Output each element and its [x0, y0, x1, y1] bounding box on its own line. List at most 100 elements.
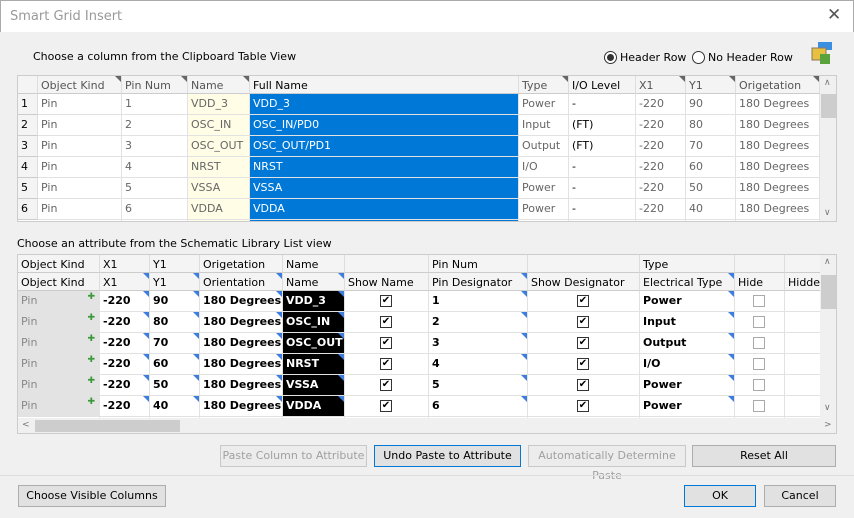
- table-cell[interactable]: (FT): [569, 136, 636, 157]
- table-cell[interactable]: 5: [429, 375, 528, 396]
- auto-determine-button[interactable]: Automatically Determine Paste: [528, 445, 686, 482]
- table-cell[interactable]: -220: [100, 396, 150, 417]
- table-cell[interactable]: ✔: [528, 396, 640, 417]
- hide-checkbox[interactable]: [753, 316, 765, 328]
- table-cell[interactable]: Power: [640, 375, 735, 396]
- attribute-header[interactable]: Object Kind: [18, 273, 100, 291]
- table-cell[interactable]: -: [569, 94, 636, 115]
- horizontal-scrollbar[interactable]: < >: [18, 418, 836, 433]
- add-icon[interactable]: ✚: [87, 292, 95, 302]
- table-cell[interactable]: 180 Degrees: [736, 94, 820, 115]
- table-cell[interactable]: 3: [429, 333, 528, 354]
- table-cell[interactable]: [636, 220, 686, 221]
- row-number[interactable]: 1: [18, 94, 38, 115]
- table-cell[interactable]: 50: [686, 178, 736, 199]
- attribute-header[interactable]: Orientation: [200, 273, 283, 291]
- table-cell[interactable]: ✔: [528, 354, 640, 375]
- table-cell[interactable]: -220: [100, 312, 150, 333]
- table-cell[interactable]: 70: [686, 136, 736, 157]
- show-name-checkbox[interactable]: ✔: [380, 379, 392, 391]
- table-cell[interactable]: VDD_3: [283, 291, 345, 312]
- table-cell[interactable]: ✔: [528, 333, 640, 354]
- vertical-scrollbar[interactable]: ∧ ∨: [820, 76, 836, 221]
- header-row-radio[interactable]: [604, 51, 617, 64]
- hide-checkbox[interactable]: [753, 400, 765, 412]
- table-cell[interactable]: [735, 354, 785, 375]
- table-cell[interactable]: 2: [429, 312, 528, 333]
- attribute-header[interactable]: Hide: [735, 273, 785, 291]
- table-cell[interactable]: 90: [150, 291, 200, 312]
- add-icon[interactable]: ✚: [87, 397, 95, 407]
- table-cell[interactable]: 180 Degrees: [736, 115, 820, 136]
- column-header[interactable]: Name: [188, 76, 250, 94]
- row-number[interactable]: 5: [18, 178, 38, 199]
- table-cell[interactable]: Power: [640, 396, 735, 417]
- table-cell[interactable]: OSC_OUT/PD1: [250, 136, 519, 157]
- column-header[interactable]: Type: [519, 76, 569, 94]
- scroll-right-icon[interactable]: >: [824, 420, 834, 430]
- attribute-header[interactable]: Name: [283, 273, 345, 291]
- table-cell[interactable]: 180 Degrees: [736, 199, 820, 220]
- table-cell[interactable]: -220: [100, 291, 150, 312]
- table-cell[interactable]: Power: [519, 199, 569, 220]
- column-header[interactable]: Full Name: [250, 76, 519, 94]
- table-cell[interactable]: [735, 396, 785, 417]
- table-cell[interactable]: 60: [150, 354, 200, 375]
- table-cell[interactable]: 180 Degrees: [200, 354, 283, 375]
- table-cell[interactable]: 4: [429, 354, 528, 375]
- table-cell[interactable]: [38, 220, 122, 221]
- table-cell[interactable]: ✔: [528, 291, 640, 312]
- table-cell[interactable]: NRST: [188, 157, 250, 178]
- table-cell[interactable]: ✔: [345, 396, 429, 417]
- show-name-checkbox[interactable]: ✔: [380, 358, 392, 370]
- table-cell[interactable]: [735, 375, 785, 396]
- table-cell[interactable]: 180 Degrees: [200, 333, 283, 354]
- attribute-header[interactable]: Electrical Type: [640, 273, 735, 291]
- show-designator-checkbox[interactable]: ✔: [577, 295, 589, 307]
- row-number[interactable]: 6: [18, 199, 38, 220]
- table-cell[interactable]: Input: [640, 312, 735, 333]
- table-cell[interactable]: 180 Degrees: [200, 312, 283, 333]
- table-cell[interactable]: Pin ✚: [18, 354, 100, 375]
- undo-paste-button[interactable]: Undo Paste to Attribute: [374, 445, 521, 467]
- table-cell[interactable]: [735, 312, 785, 333]
- table-cell[interactable]: Power: [640, 291, 735, 312]
- table-cell[interactable]: 90: [686, 94, 736, 115]
- table-cell[interactable]: -220: [636, 94, 686, 115]
- hide-checkbox[interactable]: [753, 337, 765, 349]
- table-cell[interactable]: VDDA: [250, 199, 519, 220]
- table-cell[interactable]: -: [569, 199, 636, 220]
- show-name-checkbox[interactable]: ✔: [380, 295, 392, 307]
- show-name-checkbox[interactable]: ✔: [380, 337, 392, 349]
- table-cell[interactable]: Pin: [38, 115, 122, 136]
- table-cell[interactable]: Pin ✚: [18, 333, 100, 354]
- show-designator-checkbox[interactable]: ✔: [577, 316, 589, 328]
- table-cell[interactable]: 40: [686, 199, 736, 220]
- ok-button[interactable]: OK: [684, 485, 756, 507]
- table-cell[interactable]: 180 Degrees: [736, 136, 820, 157]
- table-cell[interactable]: Pin ✚: [18, 291, 100, 312]
- table-cell[interactable]: -: [569, 178, 636, 199]
- table-cell[interactable]: 4: [122, 157, 188, 178]
- table-cell[interactable]: 180 Degrees: [200, 291, 283, 312]
- table-cell[interactable]: ✔: [345, 312, 429, 333]
- table-cell[interactable]: VSSA: [250, 178, 519, 199]
- row-number[interactable]: 3: [18, 136, 38, 157]
- column-header[interactable]: Y1: [686, 76, 736, 94]
- table-cell[interactable]: ✔: [528, 375, 640, 396]
- table-cell[interactable]: OSC_OUT: [188, 136, 250, 157]
- table-cell[interactable]: -220: [100, 375, 150, 396]
- table-cell[interactable]: [686, 220, 736, 221]
- table-cell[interactable]: ✔: [345, 354, 429, 375]
- table-cell[interactable]: 5: [122, 178, 188, 199]
- table-cell[interactable]: 80: [686, 115, 736, 136]
- table-cell[interactable]: Output: [640, 333, 735, 354]
- table-cell[interactable]: VDDA: [188, 199, 250, 220]
- column-header[interactable]: X1: [636, 76, 686, 94]
- table-cell[interactable]: VSSA: [188, 178, 250, 199]
- scroll-down-icon[interactable]: ∨: [824, 403, 834, 413]
- table-cell[interactable]: ✔: [528, 312, 640, 333]
- table-cell[interactable]: I/O: [519, 157, 569, 178]
- table-cell[interactable]: Pin: [38, 136, 122, 157]
- no-header-row-label[interactable]: No Header Row: [708, 51, 793, 64]
